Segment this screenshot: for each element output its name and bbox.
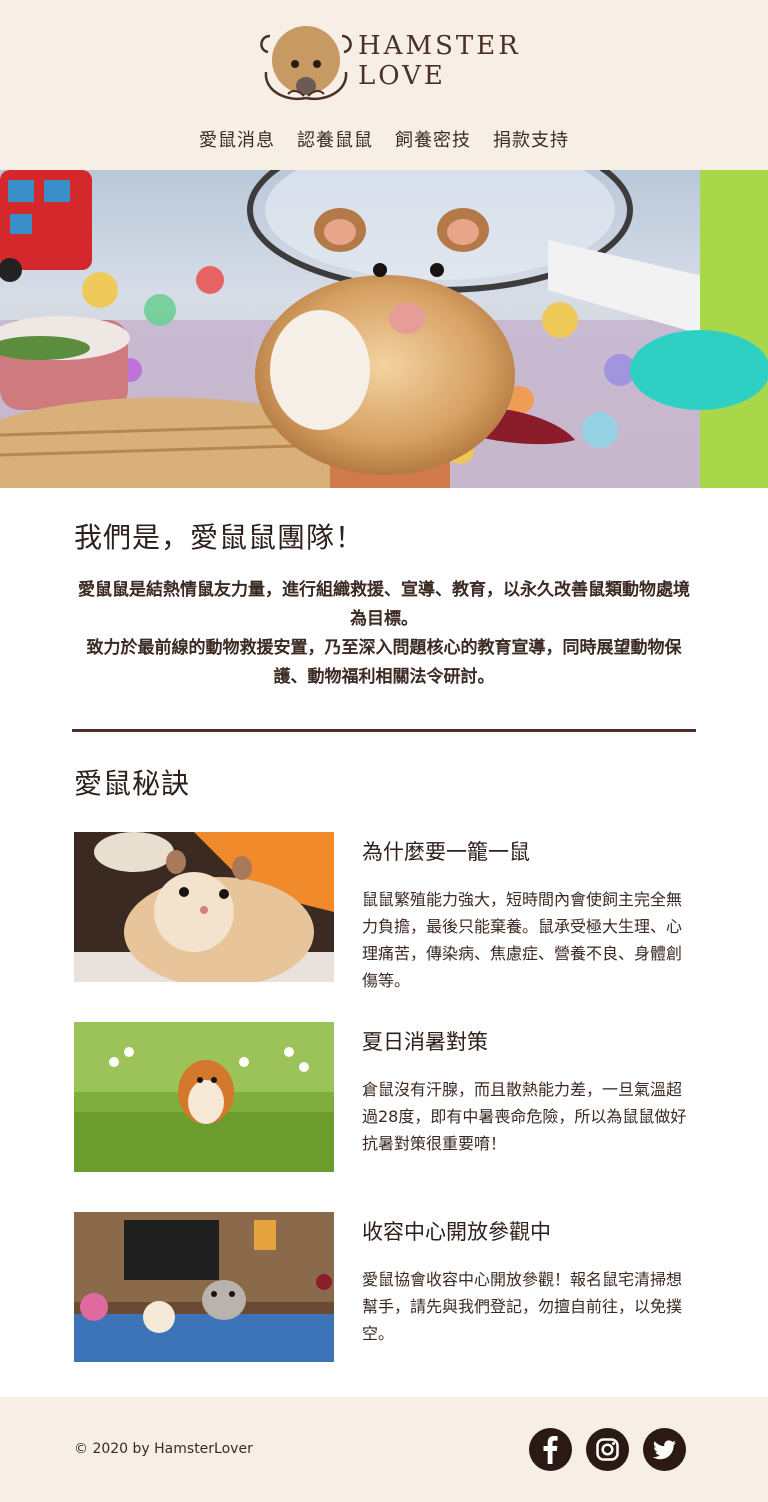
logo[interactable]: HAMSTER LOVE xyxy=(258,20,518,102)
brand-line-2: LOVE xyxy=(358,61,446,91)
hamster-logo-icon xyxy=(258,20,354,102)
tip-title: 為什麼要一籠一鼠 xyxy=(362,840,530,864)
tip-card[interactable]: 為什麼要一籠一鼠 鼠鼠繁殖能力強大，短時間內會使飼主完全無力負擔，最後只能棄養。… xyxy=(74,832,694,990)
hamster-cafe-photo xyxy=(74,1212,334,1362)
tip-text: 倉鼠沒有汗腺，而且散熱能力差，一旦氣溫超過28度，即有中暑喪命危險，所以為鼠鼠做… xyxy=(362,1080,687,1153)
hero-image xyxy=(0,170,768,488)
tip-card[interactable]: 收容中心開放參觀中 愛鼠協會收容中心開放參觀！報名鼠宅清掃想幫手，請先與我們登記… xyxy=(74,1212,694,1362)
about-title: 我們是，愛鼠鼠團隊！ xyxy=(74,521,365,554)
about-section: 我們是，愛鼠鼠團隊！ 愛鼠鼠是結熱情鼠友力量，進行組織救援、宣導、教育，以永久改… xyxy=(0,488,768,692)
hamster-photo xyxy=(74,832,334,982)
site-header: HAMSTER LOVE 愛鼠消息 認養鼠鼠 飼養密技 捐款支持 xyxy=(0,0,768,170)
nav-item-adopt[interactable]: 認養鼠鼠 xyxy=(297,126,373,152)
tips-title: 愛鼠秘訣 xyxy=(74,767,191,800)
tip-text: 鼠鼠繁殖能力強大，短時間內會使飼主完全無力負擔，最後只能棄養。鼠承受極大生理、心… xyxy=(362,890,683,990)
hamster-grass-photo xyxy=(74,1022,334,1172)
brand-line-1: HAMSTER xyxy=(358,31,521,61)
tip-body: 收容中心開放參觀中 愛鼠協會收容中心開放參觀！報名鼠宅清掃想幫手，請先與我們登記… xyxy=(362,1212,694,1362)
brand-name: HAMSTER LOVE xyxy=(358,31,521,91)
nav-item-donate[interactable]: 捐款支持 xyxy=(493,126,569,152)
site-footer: © 2020 by HamsterLover xyxy=(0,1397,768,1502)
tip-card[interactable]: 夏日消暑對策 倉鼠沒有汗腺，而且散熱能力差，一旦氣溫超過28度，即有中暑喪命危險… xyxy=(74,1022,694,1172)
twitter-icon[interactable] xyxy=(643,1428,686,1471)
tip-body: 為什麼要一籠一鼠 鼠鼠繁殖能力強大，短時間內會使飼主完全無力負擔，最後只能棄養。… xyxy=(362,832,694,990)
nav-item-news[interactable]: 愛鼠消息 xyxy=(199,126,275,152)
tip-title: 收容中心開放參觀中 xyxy=(362,1220,551,1244)
about-paragraph-1: 愛鼠鼠是結熱情鼠友力量，進行組織救援、宣導、教育，以永久改善鼠類動物處境為目標。 xyxy=(78,580,690,629)
copyright: © 2020 by HamsterLover xyxy=(74,1441,253,1457)
tip-text: 愛鼠協會收容中心開放參觀！報名鼠宅清掃想幫手，請先與我們登記，勿擅自前往，以免撲… xyxy=(362,1270,683,1343)
tips-section: 愛鼠秘訣 為什麼要一籠一鼠 鼠鼠繁殖能力強大，短時間內會使飼主完全無力負擔，最後… xyxy=(0,732,768,1362)
about-paragraph-2: 致力於最前線的動物救援安置，乃至深入問題核心的教育宣導，同時展望動物保護、動物福… xyxy=(86,638,682,687)
nav-item-tips[interactable]: 飼養密技 xyxy=(395,126,471,152)
main-nav: 愛鼠消息 認養鼠鼠 飼養密技 捐款支持 xyxy=(0,126,768,152)
instagram-icon[interactable] xyxy=(586,1428,629,1471)
tip-title: 夏日消暑對策 xyxy=(362,1030,488,1054)
tip-body: 夏日消暑對策 倉鼠沒有汗腺，而且散熱能力差，一旦氣溫超過28度，即有中暑喪命危險… xyxy=(362,1022,694,1172)
facebook-icon[interactable] xyxy=(529,1428,572,1471)
social-links xyxy=(529,1428,686,1471)
